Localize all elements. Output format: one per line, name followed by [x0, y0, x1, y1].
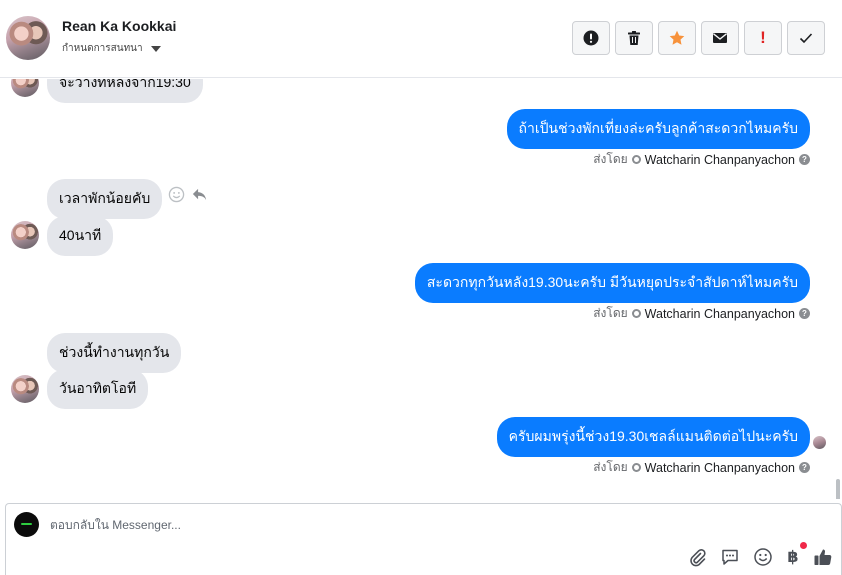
- incoming-message[interactable]: วันอาทิตโอที: [47, 369, 149, 409]
- incoming-message[interactable]: เวลาพักน้อยคับ: [47, 179, 163, 219]
- notification-dot: [800, 542, 807, 549]
- star-button[interactable]: [658, 21, 696, 55]
- sent-by-info: ส่งโดย Watcharin Chanpanyachon ?: [593, 304, 810, 323]
- sent-by-info: ส่งโดย Watcharin Chanpanyachon ?: [593, 458, 810, 477]
- saved-replies-icon[interactable]: [720, 547, 740, 567]
- agent-icon: [631, 155, 641, 164]
- caret-down-icon: [150, 45, 161, 52]
- message-thread[interactable]: จะว่างทีหลังจาก19:30 ถ้าเป็นช่วงพักเที่ย…: [0, 79, 842, 499]
- star-icon: [669, 30, 685, 45]
- agent-icon: [631, 463, 641, 472]
- alert-circle-icon: [583, 30, 599, 46]
- mark-done-button[interactable]: [787, 21, 825, 55]
- exclamation-icon: !: [760, 28, 766, 47]
- scrollbar-thumb[interactable]: [836, 479, 840, 499]
- sent-by-info: ส่งโดย Watcharin Chanpanyachon ?: [593, 150, 810, 169]
- incoming-message[interactable]: 40นาที: [47, 216, 114, 256]
- emoji-react-icon[interactable]: [168, 186, 185, 203]
- sent-by-label: ส่งโดย: [593, 306, 628, 320]
- incoming-message[interactable]: ช่วงนี้ทำงานทุกวัน: [47, 333, 182, 373]
- incoming-message[interactable]: จะว่างทีหลังจาก19:30: [47, 79, 203, 103]
- spam-button[interactable]: !: [744, 21, 782, 55]
- agent-icon: [631, 309, 641, 318]
- reply-icon[interactable]: [191, 186, 208, 203]
- mark-unread-button[interactable]: [701, 21, 739, 55]
- reply-composer: ฿: [5, 503, 842, 575]
- conversation-status-label: กำหนดการสนทนา: [62, 43, 143, 54]
- paperclip-icon[interactable]: [687, 547, 707, 567]
- help-icon[interactable]: ?: [799, 308, 810, 319]
- thumbs-up-icon[interactable]: [813, 547, 833, 567]
- page-avatar: [14, 512, 39, 537]
- conversation-status-dropdown[interactable]: กำหนดการสนทนา: [62, 41, 161, 56]
- outgoing-message[interactable]: ถ้าเป็นช่วงพักเที่ยงล่ะครับลูกค้าสะดวกไห…: [506, 109, 810, 149]
- help-icon[interactable]: ?: [799, 462, 810, 473]
- seen-indicator-avatar: [813, 436, 826, 449]
- outgoing-message[interactable]: ครับผมพรุ่งนี้ช่วง19.30เชลล์แมนติดต่อไปน…: [496, 417, 810, 457]
- contact-avatar-small: [11, 375, 39, 403]
- sent-by-label: ส่งโดย: [593, 152, 628, 166]
- trash-icon: [628, 31, 640, 45]
- payment-icon[interactable]: ฿: [786, 542, 807, 567]
- conversation-toolbar: !: [572, 21, 825, 55]
- emoji-icon[interactable]: [753, 547, 773, 567]
- report-button[interactable]: [572, 21, 610, 55]
- sender-name[interactable]: Watcharin Chanpanyachon: [645, 153, 795, 167]
- help-icon[interactable]: ?: [799, 154, 810, 165]
- conversation-header: Rean Ka Kookkai กำหนดการสนทนา !: [0, 0, 842, 78]
- delete-button[interactable]: [615, 21, 653, 55]
- baht-glyph: ฿: [787, 549, 799, 566]
- sender-name[interactable]: Watcharin Chanpanyachon: [645, 307, 795, 321]
- message-hover-actions: [168, 186, 208, 203]
- contact-avatar-small: [11, 221, 39, 249]
- composer-actions: ฿: [687, 542, 833, 567]
- contact-avatar[interactable]: [6, 16, 50, 60]
- reply-input[interactable]: [50, 518, 750, 532]
- contact-avatar-small: [11, 79, 39, 97]
- contact-name[interactable]: Rean Ka Kookkai: [62, 18, 176, 34]
- sent-by-label: ส่งโดย: [593, 460, 628, 474]
- checkmark-icon: [799, 33, 813, 44]
- sender-name[interactable]: Watcharin Chanpanyachon: [645, 461, 795, 475]
- outgoing-message[interactable]: สะดวกทุกวันหลัง19.30นะครับ มีวันหยุดประจ…: [414, 263, 810, 303]
- envelope-icon: [713, 33, 727, 43]
